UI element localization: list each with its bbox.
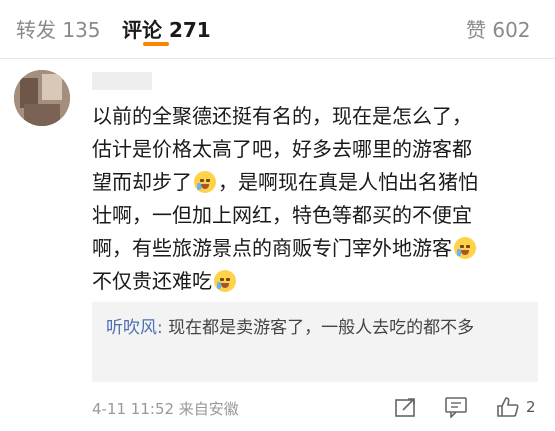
comment-line: 望而却步了 ，是啊现在真是人怕出名猪怕 bbox=[92, 166, 532, 199]
reply-box[interactable]: 听吹风: 现在都是卖游客了，一般人去吃的都不多 bbox=[92, 302, 538, 382]
laugh-cry-emoji-icon bbox=[194, 171, 216, 193]
comment-line: 不仅贵还难吃 bbox=[92, 265, 532, 298]
comment-line: 壮啊，一但加上网红，特色等都买的不便宜 bbox=[92, 203, 472, 227]
comment-text-segment: ，是啊现在真是人怕出名猪怕 bbox=[218, 170, 478, 194]
comment-icon[interactable] bbox=[444, 396, 468, 419]
comment-body: 以前的全聚德还挺有名的，现在是怎么了， 估计是价格太高了吧，好多去哪里的游客都 … bbox=[92, 100, 532, 298]
avatar-image bbox=[14, 70, 70, 126]
tab-comment[interactable]: 评论 271 bbox=[122, 14, 211, 43]
divider bbox=[0, 58, 555, 59]
comment-line: 估计是价格太高了吧，好多去哪里的游客都 bbox=[92, 137, 472, 161]
active-tab-indicator bbox=[143, 42, 169, 46]
comment-line: 啊，有些旅游景点的商贩专门宰外地游客 bbox=[92, 232, 532, 265]
reply-content: 听吹风: 现在都是卖游客了，一般人去吃的都不多 bbox=[106, 314, 526, 342]
comment-line: 以前的全聚德还挺有名的，现在是怎么了， bbox=[92, 104, 472, 128]
tab-like[interactable]: 赞 602 bbox=[466, 14, 531, 43]
avatar[interactable] bbox=[14, 70, 70, 126]
laugh-cry-emoji-icon bbox=[454, 237, 476, 259]
reply-username[interactable]: 听吹风: bbox=[106, 318, 163, 338]
comment-text-segment: 啊，有些旅游景点的商贩专门宰外地游客 bbox=[92, 236, 452, 260]
comment-text-segment: 望而却步了 bbox=[92, 170, 192, 194]
like-count: 2 bbox=[526, 398, 536, 416]
share-icon[interactable] bbox=[394, 396, 418, 418]
cry-emoji-icon bbox=[214, 270, 236, 292]
comment-time-source: 4-11 11:52 来自安徽 bbox=[92, 400, 239, 418]
comment-text-segment: 不仅贵还难吃 bbox=[92, 269, 212, 293]
reply-text: 现在都是卖游客了，一般人去吃的都不多 bbox=[162, 318, 475, 338]
username-blurred[interactable] bbox=[92, 72, 152, 90]
tab-bar: 转发 135 评论 271 赞 602 bbox=[0, 0, 555, 58]
tab-repost[interactable]: 转发 135 bbox=[16, 14, 101, 43]
like-icon[interactable] bbox=[496, 396, 520, 418]
